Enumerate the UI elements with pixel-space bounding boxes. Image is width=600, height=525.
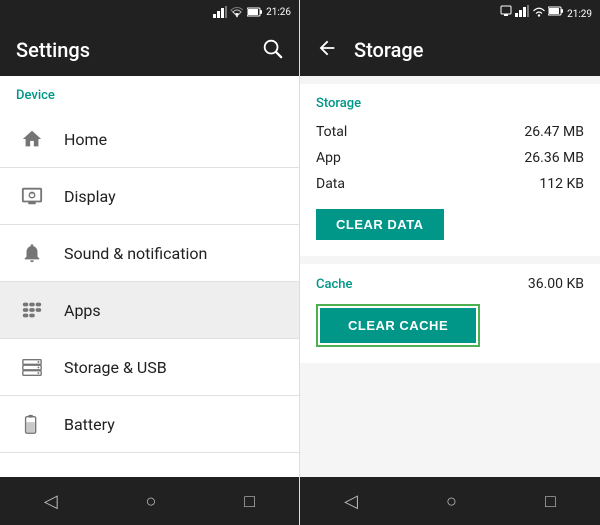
- app-label: App: [316, 150, 341, 166]
- clear-cache-button[interactable]: CLEAR CACHE: [320, 308, 476, 343]
- cache-header: Cache 36.00 KB: [316, 276, 584, 292]
- home-icon: [16, 128, 48, 150]
- total-value: 26.47 MB: [524, 124, 584, 140]
- left-panel: 21:26 Settings Device Home Display Sound: [0, 0, 300, 525]
- settings-title: Settings: [16, 38, 90, 62]
- status-bar-left: 21:26: [0, 0, 299, 24]
- toolbar-left: Settings: [0, 24, 299, 76]
- status-icons-right: 21:29: [500, 5, 592, 20]
- clear-data-button[interactable]: CLEAR DATA: [316, 209, 444, 240]
- apps-icon: [16, 299, 48, 321]
- data-row: Data 112 KB: [316, 171, 584, 197]
- time-right: 21:29: [567, 9, 592, 20]
- back-btn-right[interactable]: ◁: [324, 483, 378, 520]
- status-bar-right: 21:29: [300, 0, 600, 24]
- total-label: Total: [316, 124, 347, 140]
- time-left: 21:26: [266, 7, 291, 18]
- storage-section-label: Storage: [316, 96, 584, 111]
- total-row: Total 26.47 MB: [316, 119, 584, 145]
- toolbar-right: Storage: [300, 24, 600, 76]
- storage-icon: [16, 356, 48, 378]
- status-icons-left: 21:26: [213, 6, 291, 18]
- home-btn-left[interactable]: ○: [126, 483, 177, 520]
- cache-value: 36.00 KB: [528, 276, 584, 292]
- battery-icon-right: [548, 5, 564, 17]
- back-btn-left[interactable]: ◁: [24, 483, 78, 520]
- signal-icon: [213, 6, 227, 18]
- home-label: Home: [64, 130, 107, 149]
- display-icon: [16, 185, 48, 207]
- right-panel: 21:29 Storage Storage Total 26.47 MB App…: [300, 0, 600, 525]
- data-label: Data: [316, 176, 345, 192]
- app-row: App 26.36 MB: [316, 145, 584, 171]
- cache-section: Cache 36.00 KB CLEAR CACHE: [300, 264, 600, 363]
- battery-icon-left: [247, 6, 263, 18]
- bottom-nav-right: ◁ ○ □: [300, 477, 600, 525]
- nav-item-storage[interactable]: Storage & USB: [0, 339, 299, 395]
- top-spacer: [300, 76, 600, 84]
- sound-label: Sound & notification: [64, 244, 207, 263]
- wifi-icon-right: [532, 5, 546, 17]
- app-value: 26.36 MB: [524, 150, 584, 166]
- storage-page-title: Storage: [354, 38, 423, 62]
- home-btn-right[interactable]: ○: [426, 483, 477, 520]
- recent-btn-right[interactable]: □: [525, 483, 576, 520]
- nav-item-home[interactable]: Home: [0, 111, 299, 167]
- right-content: Storage Total 26.47 MB App 26.36 MB Data…: [300, 76, 600, 477]
- cache-label: Cache: [316, 277, 352, 292]
- storage-label: Storage & USB: [64, 358, 167, 377]
- divider-6: [0, 452, 299, 453]
- apps-label: Apps: [64, 301, 101, 320]
- bell-icon: [16, 242, 48, 264]
- nav-item-sound[interactable]: Sound & notification: [0, 225, 299, 281]
- display-label: Display: [64, 187, 116, 206]
- nav-item-display[interactable]: Display: [0, 168, 299, 224]
- nav-item-battery[interactable]: Battery: [0, 396, 299, 452]
- battery-nav-icon: [16, 413, 48, 435]
- signal-icon-right: [515, 5, 529, 17]
- battery-label: Battery: [64, 415, 115, 434]
- back-icon[interactable]: [316, 37, 338, 64]
- storage-section: Storage Total 26.47 MB App 26.36 MB Data…: [300, 84, 600, 256]
- bottom-nav-left: ◁ ○ □: [0, 477, 299, 525]
- device-section-label: Device: [0, 76, 299, 111]
- data-value: 112 KB: [539, 176, 584, 192]
- screenshot-icon: [500, 5, 512, 17]
- nav-item-apps[interactable]: Apps: [0, 282, 299, 338]
- clear-cache-wrapper: CLEAR CACHE: [316, 304, 480, 347]
- search-icon[interactable]: [261, 37, 283, 64]
- recent-btn-left[interactable]: □: [224, 483, 275, 520]
- wifi-icon-left: [230, 6, 244, 18]
